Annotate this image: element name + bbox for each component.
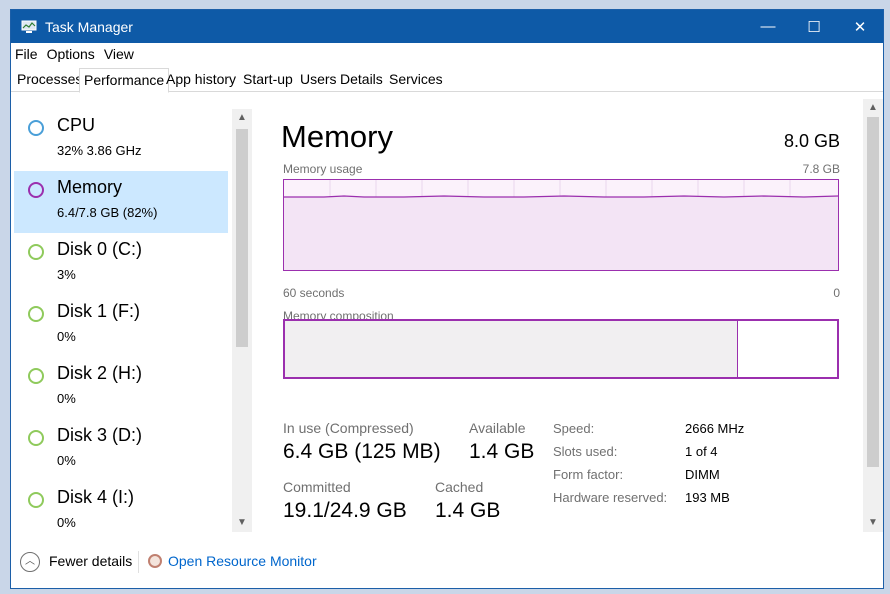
window-title: Task Manager xyxy=(45,18,133,35)
sidebar-item-detail: 32% 3.86 GHz xyxy=(57,143,142,158)
sidebar-item-disk-4[interactable]: Disk 4 (I:) 0% xyxy=(14,481,228,532)
tab-bar: Processes Performance App history Start-… xyxy=(11,68,883,93)
disk-status-icon xyxy=(28,368,44,384)
sidebar-item-memory[interactable]: Memory 6.4/7.8 GB (82%) xyxy=(14,171,228,233)
task-manager-app-icon xyxy=(21,20,37,33)
form-factor-value: DIMM xyxy=(685,467,720,482)
menu-file[interactable]: File xyxy=(15,46,38,62)
sidebar-item-disk-3[interactable]: Disk 3 (D:) 0% xyxy=(14,419,228,481)
tab-users[interactable]: Users xyxy=(296,68,341,92)
sidebar-item-label: CPU xyxy=(57,115,96,135)
cpu-status-icon xyxy=(28,120,44,136)
menu-bar: File Options View xyxy=(11,43,883,65)
menu-view[interactable]: View xyxy=(104,46,134,62)
minimize-button[interactable]: — xyxy=(745,10,791,43)
disk-status-icon xyxy=(28,306,44,322)
memory-detail-panel: Memory 8.0 GB Memory usage 7.8 GB 60 sec… xyxy=(252,109,865,532)
memory-usage-chart xyxy=(284,180,838,270)
maximize-icon: ☐ xyxy=(807,18,821,36)
sidebar-item-detail: 0% xyxy=(57,391,76,406)
close-icon: ✕ xyxy=(853,18,867,36)
in-use-value: 6.4 GB (125 MB) xyxy=(283,440,441,463)
clipped-text-fragment xyxy=(283,527,493,532)
sidebar-item-disk-2[interactable]: Disk 2 (H:) 0% xyxy=(14,357,228,419)
chevron-up-icon[interactable]: ︿ xyxy=(20,552,40,572)
cached-value: 1.4 GB xyxy=(435,499,501,522)
scroll-up-icon[interactable]: ▲ xyxy=(863,99,883,117)
sidebar-scrollbar[interactable]: ▲ ▼ xyxy=(232,109,252,532)
tab-services[interactable]: Services xyxy=(385,68,447,92)
resource-monitor-icon xyxy=(148,554,162,568)
main-scroll-thumb[interactable] xyxy=(867,117,879,467)
memory-usage-label: Memory usage xyxy=(283,162,363,176)
memory-usage-graph xyxy=(283,179,839,271)
title-bar[interactable]: Task Manager — ☐ ✕ xyxy=(11,10,883,43)
sidebar-item-cpu[interactable]: CPU 32% 3.86 GHz xyxy=(14,109,228,171)
sidebar-item-disk-0[interactable]: Disk 0 (C:) 3% xyxy=(14,233,228,295)
available-label: Available xyxy=(469,420,526,436)
sidebar-item-detail: 6.4/7.8 GB (82%) xyxy=(57,205,158,220)
tab-processes[interactable]: Processes xyxy=(13,68,86,92)
task-manager-window: Task Manager — ☐ ✕ File Options View Pro… xyxy=(10,9,884,589)
close-button[interactable]: ✕ xyxy=(837,10,883,43)
cached-label: Cached xyxy=(435,479,484,495)
memory-composition-bar xyxy=(283,319,839,379)
form-factor-label: Form factor: xyxy=(553,467,624,482)
memory-usage-area xyxy=(284,196,838,270)
sidebar-item-label: Disk 1 (F:) xyxy=(57,301,140,321)
tab-details[interactable]: Details xyxy=(336,68,387,92)
performance-sidebar: CPU 32% 3.86 GHz Memory 6.4/7.8 GB (82%)… xyxy=(11,109,252,532)
footer-divider xyxy=(138,551,139,573)
hardware-reserved-value: 193 MB xyxy=(685,490,730,505)
main-scrollbar[interactable]: ▲ ▼ xyxy=(863,99,883,532)
tab-performance[interactable]: Performance xyxy=(79,68,170,93)
tab-app-history[interactable]: App history xyxy=(162,68,240,92)
time-axis-right: 0 xyxy=(833,286,840,300)
disk-status-icon xyxy=(28,430,44,446)
memory-usage-max: 7.8 GB xyxy=(802,162,840,176)
disk-status-icon xyxy=(28,244,44,260)
scroll-down-icon[interactable]: ▼ xyxy=(863,514,883,532)
sidebar-item-label: Disk 3 (D:) xyxy=(57,425,142,445)
sidebar-item-label: Disk 2 (H:) xyxy=(57,363,142,383)
scroll-up-icon[interactable]: ▲ xyxy=(232,109,252,127)
hardware-reserved-label: Hardware reserved: xyxy=(553,490,668,505)
in-use-label: In use (Compressed) xyxy=(283,420,414,436)
maximize-button[interactable]: ☐ xyxy=(791,10,837,43)
scroll-down-icon[interactable]: ▼ xyxy=(232,514,252,532)
memory-in-use-segment xyxy=(285,321,738,377)
committed-value: 19.1/24.9 GB xyxy=(283,499,407,522)
slots-used-value: 1 of 4 xyxy=(685,444,718,459)
memory-total: 8.0 GB xyxy=(783,131,840,151)
sidebar-scroll-thumb[interactable] xyxy=(236,129,248,347)
sidebar-item-label: Memory xyxy=(57,177,123,197)
sidebar-item-detail: 3% xyxy=(57,267,76,282)
available-value: 1.4 GB xyxy=(469,440,535,463)
fewer-details-button[interactable]: Fewer details xyxy=(49,553,132,569)
sidebar-item-detail: 0% xyxy=(57,515,76,530)
open-resource-monitor-link[interactable]: Open Resource Monitor xyxy=(168,553,317,569)
sidebar-item-detail: 0% xyxy=(57,329,76,344)
speed-label: Speed: xyxy=(553,421,595,436)
memory-status-icon xyxy=(28,182,44,198)
tab-start-up[interactable]: Start-up xyxy=(239,68,297,92)
disk-status-icon xyxy=(28,492,44,508)
time-axis-left: 60 seconds xyxy=(283,286,345,300)
page-title: Memory xyxy=(281,119,393,154)
sidebar-item-label: Disk 4 (I:) xyxy=(57,487,135,507)
sidebar-item-disk-1[interactable]: Disk 1 (F:) 0% xyxy=(14,295,228,357)
footer-bar: ︿ Fewer details Open Resource Monitor xyxy=(11,543,883,588)
minimize-icon: — xyxy=(760,18,776,35)
sidebar-item-label: Disk 0 (C:) xyxy=(57,239,142,259)
sidebar-item-detail: 0% xyxy=(57,453,76,468)
committed-label: Committed xyxy=(283,479,351,495)
speed-value: 2666 MHz xyxy=(685,421,745,436)
menu-options[interactable]: Options xyxy=(47,46,95,62)
slots-used-label: Slots used: xyxy=(553,444,618,459)
